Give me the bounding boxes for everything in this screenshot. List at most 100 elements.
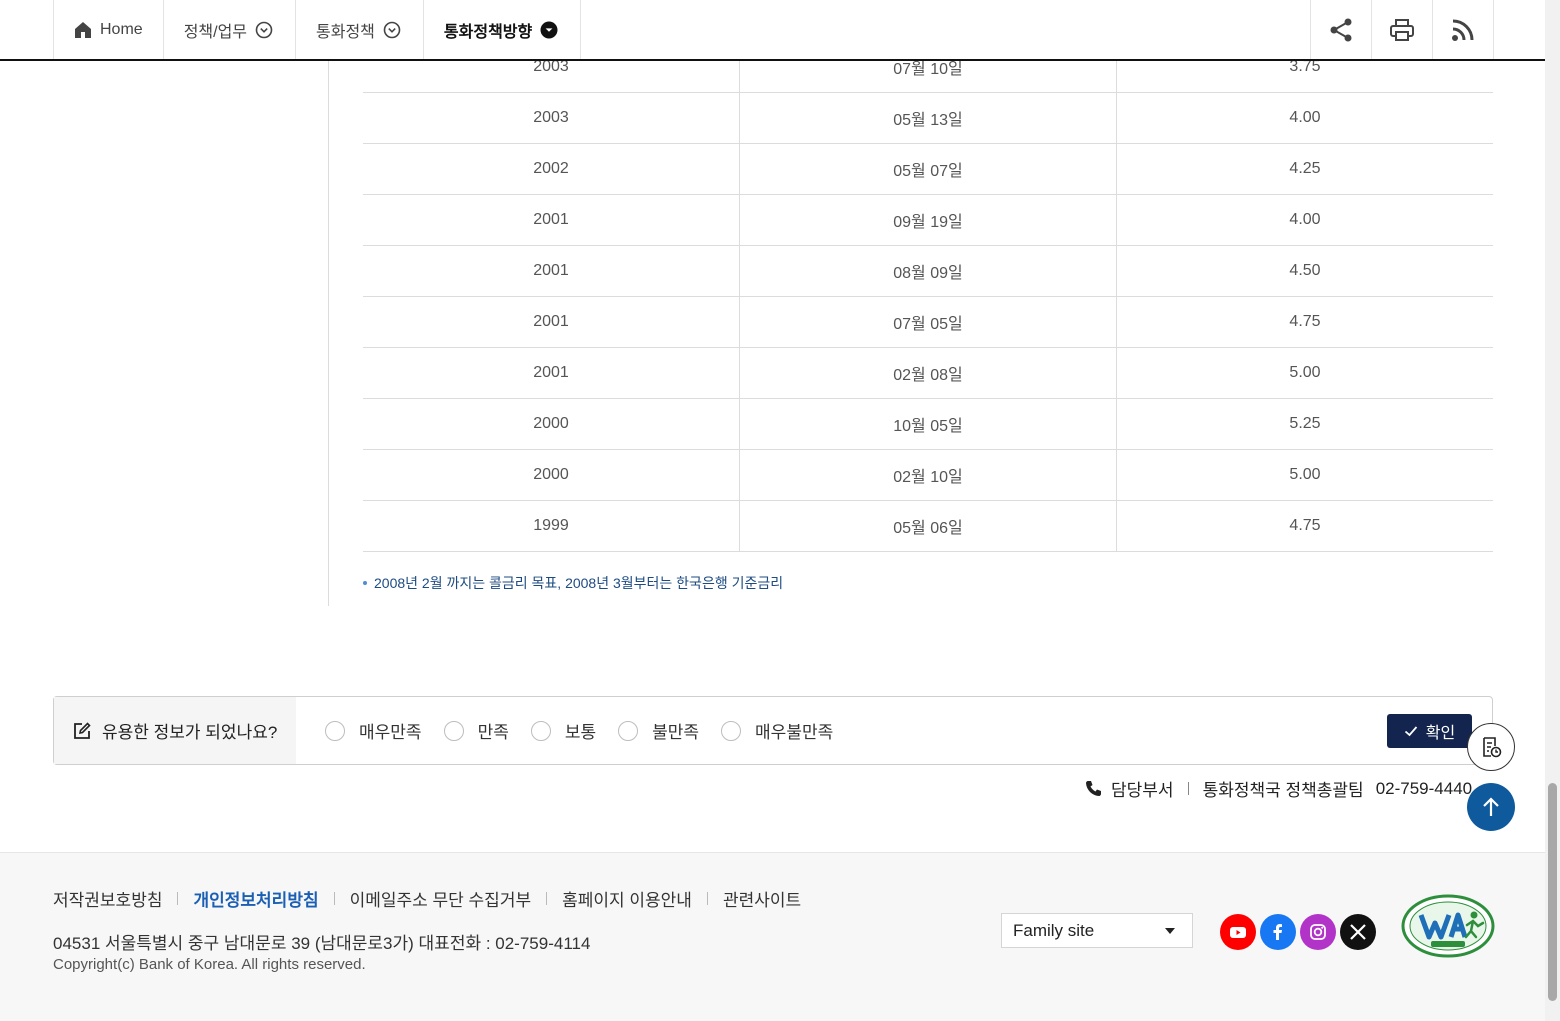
breadcrumb: Home 정책/업무 통화정책 통화정책방향 xyxy=(53,0,582,59)
site-footer: 저작권보호방침 개인정보처리방침 이메일주소 무단 수집거부 홈페이지 이용안내… xyxy=(0,852,1545,1021)
table-cell-date: 02월 08일 xyxy=(739,348,1116,398)
table-row: 2001 09월 19일 4.00 xyxy=(363,195,1493,246)
scroll-to-top-button[interactable] xyxy=(1467,783,1515,831)
table-footnote: 2008년 2월 까지는 콜금리 목표, 2008년 3월부터는 한국은행 기준… xyxy=(363,573,783,593)
table-cell-year: 2001 xyxy=(533,262,569,279)
page-tools xyxy=(1310,0,1494,59)
table-row: 2001 08월 09일 4.50 xyxy=(363,246,1493,297)
home-icon xyxy=(75,21,91,38)
table-row: 1999 05월 06일 4.75 xyxy=(363,501,1493,552)
department-label: 담당부서 xyxy=(1111,781,1174,800)
radio-button[interactable] xyxy=(443,720,464,741)
breadcrumb-policy-direction-label: 통화정책방향 xyxy=(443,23,533,41)
table-cell-date: 05월 06일 xyxy=(739,501,1116,551)
table-row: 2003 05월 13일 4.00 xyxy=(363,93,1493,144)
chevron-down-icon xyxy=(383,21,401,38)
survey-question-text: 유용한 정보가 되었나요? xyxy=(102,723,278,742)
caret-down-icon xyxy=(1165,928,1175,934)
divider xyxy=(546,892,548,905)
department-team: 통화정책국 정책총괄팀 xyxy=(1202,781,1364,800)
rate-history-table: 2003 07월 10일 3.75 2003 05월 13일 4.00 2002… xyxy=(363,42,1493,552)
instagram-icon xyxy=(1310,924,1326,940)
table-cell-date: 09월 19일 xyxy=(739,195,1116,245)
radio-button[interactable] xyxy=(530,720,551,741)
survey-option-dissatisfied[interactable]: 불만족 xyxy=(618,718,699,743)
table-cell-date: 08월 09일 xyxy=(739,246,1116,296)
radio-button[interactable] xyxy=(721,720,742,741)
social-links xyxy=(1220,914,1376,950)
survey-option-satisfied[interactable]: 만족 xyxy=(443,718,509,743)
family-site-select[interactable]: Family site xyxy=(1001,913,1193,948)
table-cell-rate: 5.00 xyxy=(1116,348,1493,398)
rss-button[interactable] xyxy=(1433,0,1494,59)
breadcrumb-monetary-policy[interactable]: 통화정책 xyxy=(296,0,424,59)
table-cell-date: 02월 10일 xyxy=(739,450,1116,500)
youtube-link[interactable] xyxy=(1220,914,1256,950)
department-info: 담당부서 통화정책국 정책총괄팀 02-759-4440 xyxy=(1085,776,1472,801)
rss-icon xyxy=(1452,19,1474,41)
radio-button[interactable] xyxy=(618,720,639,741)
check-icon xyxy=(1404,726,1417,737)
table-row: 2000 10월 05일 5.25 xyxy=(363,399,1493,450)
top-navigation-bar: Home 정책/업무 통화정책 통화정책방향 xyxy=(0,0,1545,61)
survey-option-very-satisfied[interactable]: 매우만족 xyxy=(325,718,422,743)
table-cell-year: 2000 xyxy=(533,415,569,432)
web-accessibility-mark-icon xyxy=(1401,894,1495,958)
survey-option-neutral[interactable]: 보통 xyxy=(530,718,596,743)
footer-link-site-guide[interactable]: 홈페이지 이용안내 xyxy=(562,886,692,911)
divider xyxy=(706,892,708,905)
table-cell-date: 07월 05일 xyxy=(739,297,1116,347)
table-cell-date: 05월 13일 xyxy=(739,93,1116,143)
breadcrumb-policy-direction[interactable]: 통화정책방향 xyxy=(424,0,582,59)
footer-link-copyright-policy[interactable]: 저작권보호방침 xyxy=(53,886,162,911)
table-cell-date: 05월 07일 xyxy=(739,144,1116,194)
x-link[interactable] xyxy=(1340,914,1376,950)
radio-button[interactable] xyxy=(325,720,345,741)
page-scrollbar[interactable] xyxy=(1545,0,1560,1021)
table-row: 2002 05월 07일 4.25 xyxy=(363,144,1493,195)
footer-links: 저작권보호방침 개인정보처리방침 이메일주소 무단 수집거부 홈페이지 이용안내… xyxy=(53,886,801,911)
divider xyxy=(177,892,179,905)
facebook-link[interactable] xyxy=(1260,914,1296,950)
footer-address: 04531 서울특별시 중구 남대문로 39 (남대문로3가) 대표전화 : 0… xyxy=(53,934,591,953)
footer-link-related-sites[interactable]: 관련사이트 xyxy=(723,886,801,911)
document-history-button[interactable] xyxy=(1467,723,1515,771)
footer-link-privacy-policy[interactable]: 개인정보처리방침 xyxy=(193,886,318,911)
department-phone: 02-759-4440 xyxy=(1375,778,1473,798)
footer-copyright: Copyright(c) Bank of Korea. All rights r… xyxy=(53,956,366,973)
scrollbar-thumb[interactable] xyxy=(1548,783,1557,1001)
survey-option-very-dissatisfied[interactable]: 매우불만족 xyxy=(721,718,833,743)
breadcrumb-policy-label: 정책/업무 xyxy=(183,23,248,41)
table-row: 2000 02월 10일 5.00 xyxy=(363,450,1493,501)
table-cell-year: 2000 xyxy=(533,466,569,483)
share-button[interactable] xyxy=(1311,0,1372,59)
chevron-down-icon xyxy=(255,21,273,38)
bullet-icon xyxy=(363,581,367,585)
table-cell-year: 2001 xyxy=(533,313,569,330)
print-button[interactable] xyxy=(1372,0,1433,59)
facebook-icon xyxy=(1273,924,1282,940)
share-icon xyxy=(1330,18,1352,41)
table-row: 2001 02월 08일 5.00 xyxy=(363,348,1493,399)
table-cell-year: 2003 xyxy=(533,109,569,126)
survey-option-label: 만족 xyxy=(477,723,509,742)
satisfaction-survey: 유용한 정보가 되었나요? 매우만족 만족 보통 불만족 매우불만족 확인 xyxy=(53,696,1493,765)
breadcrumb-home[interactable]: Home xyxy=(54,0,164,59)
survey-options: 매우만족 만족 보통 불만족 매우불만족 xyxy=(325,697,855,764)
table-cell-rate: 4.00 xyxy=(1116,195,1493,245)
divider xyxy=(333,892,335,905)
table-cell-rate: 4.50 xyxy=(1116,246,1493,296)
footer-link-email-refusal[interactable]: 이메일주소 무단 수집거부 xyxy=(350,886,532,911)
table-cell-rate: 5.25 xyxy=(1116,399,1493,449)
table-cell-year: 2001 xyxy=(533,211,569,228)
breadcrumb-monetary-policy-label: 통화정책 xyxy=(316,23,375,41)
survey-option-label: 매우만족 xyxy=(359,723,422,742)
survey-confirm-button[interactable]: 확인 xyxy=(1387,714,1472,748)
x-icon xyxy=(1350,924,1366,940)
print-icon xyxy=(1390,18,1414,41)
instagram-link[interactable] xyxy=(1300,914,1336,950)
table-cell-year: 1999 xyxy=(533,517,569,534)
table-footnote-text: 2008년 2월 까지는 콜금리 목표, 2008년 3월부터는 한국은행 기준… xyxy=(374,575,784,591)
content-left-divider xyxy=(328,61,329,606)
breadcrumb-policy[interactable]: 정책/업무 xyxy=(164,0,297,59)
